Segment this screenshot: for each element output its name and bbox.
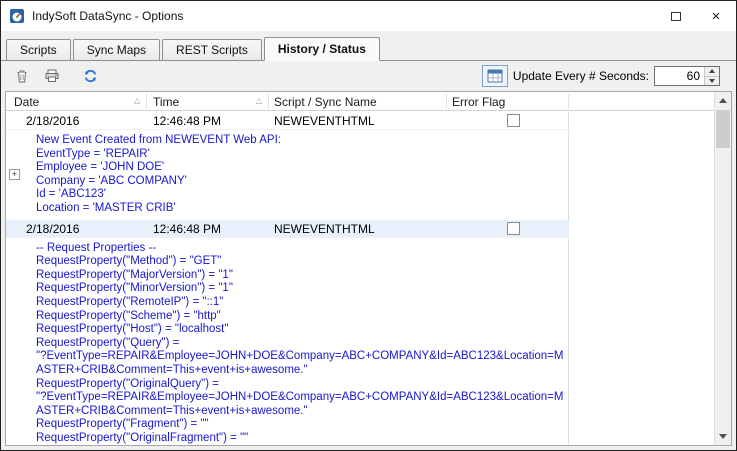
delete-button[interactable] (9, 64, 35, 88)
tab-sync-maps[interactable]: Sync Maps (73, 39, 160, 60)
detail-line: Location = 'MASTER CRIB' (36, 202, 567, 216)
maximize-button[interactable] (656, 1, 696, 31)
spin-up-icon (709, 69, 715, 73)
tab-rest-scripts[interactable]: REST Scripts (162, 39, 262, 60)
cell-time: 12:46:48 PM (153, 222, 221, 236)
print-button[interactable] (39, 64, 65, 88)
tab-page: Update Every # Seconds: Date △ Time △ Sc… (1, 60, 736, 450)
spin-up-button[interactable] (705, 67, 719, 76)
tabstrip: Scripts Sync Maps REST Scripts History /… (1, 31, 736, 60)
auto-update-toggle[interactable] (482, 65, 508, 87)
detail-line: RequestProperty("MajorVersion") = "1" (36, 269, 567, 283)
tab-scripts[interactable]: Scripts (6, 39, 71, 60)
cell-time: 12:46:48 PM (153, 114, 221, 128)
error-flag-checkbox[interactable] (507, 222, 520, 235)
toolbar: Update Every # Seconds: (1, 61, 736, 91)
titlebar: IndySoft DataSync - Options × (1, 1, 736, 31)
window-controls: × (656, 1, 736, 31)
table-row[interactable]: 2/18/2016 12:46:48 PM NEWEVENTHTML (6, 112, 569, 130)
cell-date: 2/18/2016 (26, 222, 79, 236)
cell-date: 2/18/2016 (26, 114, 79, 128)
printer-icon (44, 68, 60, 84)
detail-line: Employee = 'JOHN DOE' (36, 161, 567, 175)
update-interval-spinner (654, 66, 720, 86)
window: IndySoft DataSync - Options × Scripts Sy… (0, 0, 737, 451)
sort-asc-icon: △ (134, 96, 140, 105)
spinner-buttons (704, 67, 719, 85)
collapse-expander[interactable]: + (9, 169, 20, 180)
scroll-up-button[interactable] (715, 92, 731, 109)
detail-line: RequestProperty("OriginalQuery") = (36, 378, 567, 392)
detail-block: -- Request Properties -- RequestProperty… (6, 238, 569, 445)
detail-line: "?EventType=REPAIR&Employee=JOHN+DOE&Com… (36, 350, 567, 377)
refresh-icon (82, 68, 99, 84)
scroll-down-button[interactable] (715, 428, 731, 445)
app-icon (9, 8, 25, 24)
column-header-script[interactable]: Script / Sync Name (274, 95, 377, 109)
close-icon: × (712, 9, 721, 24)
update-interval-label: Update Every # Seconds: (513, 69, 649, 83)
grid-body: 2/18/2016 12:46:48 PM NEWEVENTHTML + New… (6, 112, 714, 445)
error-flag-checkbox[interactable] (507, 114, 520, 127)
detail-line: RequestProperty("Fragment") = "" (36, 418, 567, 432)
update-interval-group: Update Every # Seconds: (482, 65, 720, 87)
detail-line: RequestProperty("RemoteIP") = "::1" (36, 296, 567, 310)
maximize-icon (671, 12, 681, 21)
scroll-down-icon (719, 434, 727, 439)
spin-down-button[interactable] (705, 76, 719, 86)
detail-line: RequestProperty("Method") = "GET" (36, 255, 567, 269)
detail-line: Company = 'ABC COMPANY' (36, 175, 567, 189)
cell-script: NEWEVENTHTML (274, 114, 375, 128)
column-header-error-flag[interactable]: Error Flag (452, 95, 505, 109)
detail-line: RequestProperty("MinorVersion") = "1" (36, 282, 567, 296)
tab-history-status[interactable]: History / Status (264, 37, 380, 61)
detail-line: Id = 'ABC123' (36, 188, 567, 202)
detail-line: -- Request Properties -- (36, 242, 567, 256)
trash-icon (14, 68, 30, 84)
scroll-up-icon (719, 98, 727, 103)
detail-line: RequestProperty("Query") = (36, 337, 567, 351)
detail-line: RequestProperty("OriginalFragment") = "" (36, 432, 567, 445)
detail-line: RequestProperty("Scheme") = "http" (36, 310, 567, 324)
close-button[interactable]: × (696, 1, 736, 31)
sort-asc-icon: △ (256, 96, 262, 105)
detail-line: EventType = 'REPAIR' (36, 148, 567, 162)
scrollbar-thumb[interactable] (716, 110, 730, 148)
window-title: IndySoft DataSync - Options (32, 9, 183, 23)
grid-header: Date △ Time △ Script / Sync Name Error F… (6, 92, 714, 111)
column-header-time[interactable]: Time (153, 95, 179, 109)
grid-icon (487, 69, 503, 83)
cell-script: NEWEVENTHTML (274, 222, 375, 236)
history-grid: Date △ Time △ Script / Sync Name Error F… (5, 91, 732, 446)
detail-line: New Event Created from NEWEVENT Web API: (36, 134, 567, 148)
spin-down-icon (709, 79, 715, 83)
vertical-scrollbar[interactable] (714, 92, 731, 445)
column-header-date[interactable]: Date (14, 95, 39, 109)
detail-line: RequestProperty("Host") = "localhost" (36, 323, 567, 337)
refresh-button[interactable] (77, 64, 103, 88)
detail-line: "?EventType=REPAIR&Employee=JOHN+DOE&Com… (36, 391, 567, 418)
detail-block: + New Event Created from NEWEVENT Web AP… (6, 130, 569, 220)
table-row[interactable]: 2/18/2016 12:46:48 PM NEWEVENTHTML (6, 220, 569, 238)
